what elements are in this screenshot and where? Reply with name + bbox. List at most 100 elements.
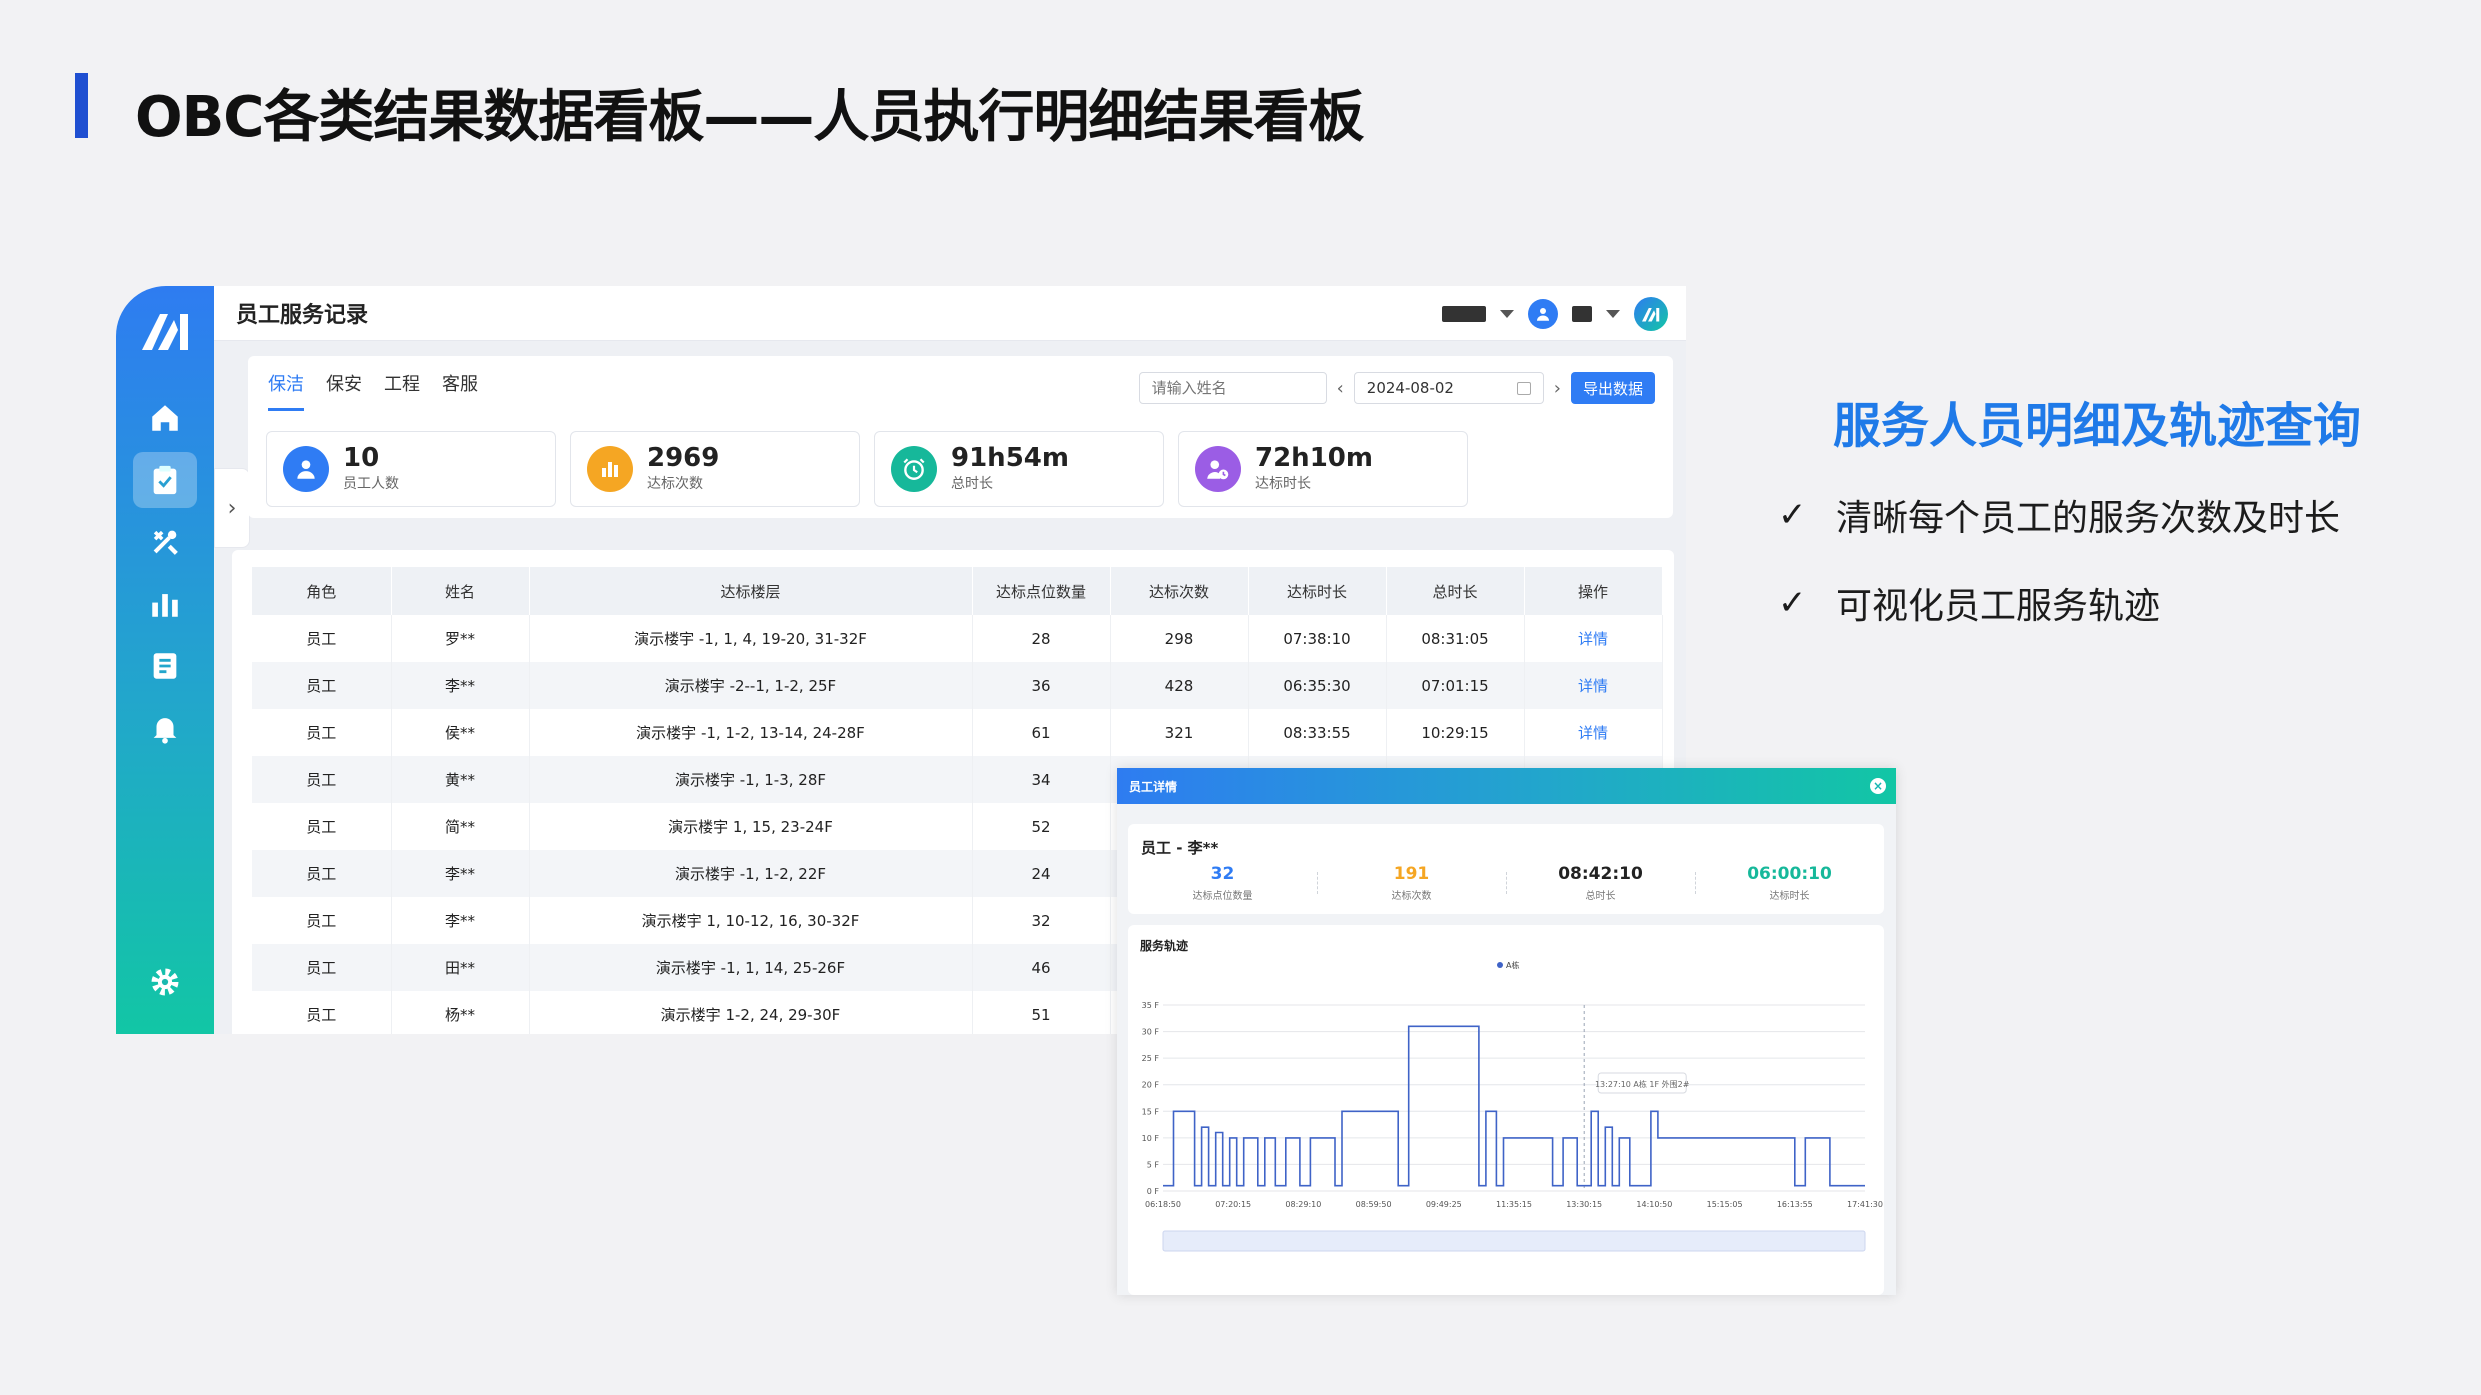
table-cell: 321	[1110, 709, 1249, 756]
table-cell: 田**	[391, 944, 530, 991]
brand-badge-icon[interactable]	[1634, 297, 1668, 331]
table-cell: 24	[972, 850, 1111, 897]
x-tick-label: 09:49:25	[1426, 1200, 1462, 1209]
x-tick-label: 11:35:15	[1496, 1200, 1532, 1209]
column-header: 操作	[1524, 567, 1663, 615]
table-cell: 46	[972, 944, 1111, 991]
close-icon[interactable]: ×	[1870, 778, 1886, 794]
details-link[interactable]: 详情	[1524, 662, 1663, 709]
y-tick-label: 20 F	[1142, 1081, 1160, 1090]
calendar-icon	[1516, 381, 1531, 395]
user-icon	[283, 446, 329, 492]
table-cell: 08:31:05	[1386, 615, 1525, 662]
column-header: 姓名	[391, 567, 530, 615]
bell-icon[interactable]	[133, 700, 197, 756]
tooltip-text: 13:27:10 A栋 1F 外围2#	[1595, 1079, 1690, 1089]
next-date-button[interactable]: ›	[1554, 378, 1561, 399]
home-icon[interactable]	[133, 390, 197, 446]
table-cell: 员工	[252, 803, 392, 850]
table-cell: 演示楼宇 1, 10-12, 16, 30-32F	[529, 897, 973, 944]
document-list-icon[interactable]	[133, 638, 197, 694]
table-cell: 32	[972, 897, 1111, 944]
export-data-button[interactable]: 导出数据	[1570, 372, 1655, 404]
prev-date-button[interactable]: ‹	[1337, 378, 1344, 399]
user-avatar-icon[interactable]	[1528, 299, 1558, 329]
tools-icon[interactable]	[133, 514, 197, 570]
stat-value: 10	[343, 443, 380, 474]
table-cell: 员工	[252, 991, 392, 1034]
stat-value: 72h10m	[1255, 443, 1373, 474]
stat-label: 总时长	[951, 475, 993, 492]
table-cell: 34	[972, 756, 1111, 803]
employee-summary-card: 员工 - 李** 32 达标点位数量 191 达标次数 08:42:10 总时长 06:00…	[1128, 824, 1884, 914]
metric-item: 32 达标点位数量	[1128, 864, 1317, 902]
check-icon: ✓	[1778, 495, 1807, 535]
metric-item: 06:00:10 达标时长	[1695, 864, 1884, 902]
table-cell: 李**	[391, 850, 530, 897]
feature-title: 服务人员明细及轨迹查询	[1833, 398, 2362, 454]
table-cell: 428	[1110, 662, 1249, 709]
table-cell: 杨**	[391, 991, 530, 1034]
org-dropdown-caret-icon[interactable]	[1500, 310, 1514, 318]
sidebar	[116, 286, 214, 1034]
bar-chart-icon[interactable]	[133, 576, 197, 632]
legend-swatch	[1497, 962, 1503, 968]
settings-icon[interactable]	[133, 954, 197, 1010]
metric-label: 总时长	[1585, 891, 1616, 902]
user-dropdown-caret-icon[interactable]	[1606, 310, 1620, 318]
stat-card-count: 2969 达标次数	[570, 431, 860, 507]
dialog-header: 员工详情 ×	[1117, 768, 1896, 804]
name-search-input[interactable]	[1138, 372, 1327, 404]
y-tick-label: 30 F	[1142, 1028, 1160, 1037]
x-tick-label: 07:20:15	[1215, 1200, 1251, 1209]
employee-name: 员工 - 李**	[1141, 839, 1219, 857]
table-cell: 07:01:15	[1386, 662, 1525, 709]
metric-value: 191	[1393, 864, 1430, 884]
column-header: 角色	[252, 567, 392, 615]
tab-engineering[interactable]: 工程	[384, 370, 420, 411]
table-row: 员工 李** 演示楼宇 -2--1, 1-2, 25F 36 428 06:35:30 07…	[252, 662, 1663, 709]
redacted-org-name[interactable]	[1442, 306, 1486, 322]
stat-label: 达标时长	[1255, 475, 1311, 492]
redacted-user-name[interactable]	[1572, 306, 1592, 322]
table-cell: 黄**	[391, 756, 530, 803]
x-tick-label: 13:30:15	[1566, 1200, 1602, 1209]
stat-label: 员工人数	[343, 475, 399, 492]
table-cell: 侯**	[391, 709, 530, 756]
collapse-toggle[interactable]: ›	[214, 468, 250, 548]
details-link[interactable]: 详情	[1524, 615, 1663, 662]
metric-item: 191 达标次数	[1317, 864, 1506, 902]
table-cell: 28	[972, 615, 1111, 662]
trajectory-card: 服务轨迹 A栋 0 F5 F 10 F 15 F 20 F 25 F 30 F 35 F 06:…	[1128, 925, 1884, 1295]
stat-card-headcount: 10 员工人数	[266, 431, 556, 507]
date-value: 2024-08-02	[1366, 379, 1454, 397]
date-picker[interactable]: 2024-08-02	[1353, 372, 1544, 404]
clipboard-check-icon[interactable]	[133, 452, 197, 508]
title-accent-bar	[75, 73, 88, 138]
table-cell: 298	[1110, 615, 1249, 662]
details-link[interactable]: 详情	[1524, 709, 1663, 756]
metric-label: 达标次数	[1391, 891, 1432, 902]
tab-cleaning[interactable]: 保洁	[268, 370, 304, 411]
series-line	[1163, 1025, 1865, 1187]
x-tick-label: 15:15:05	[1707, 1200, 1743, 1209]
column-header: 达标楼层	[529, 567, 973, 615]
table-cell: 员工	[252, 662, 392, 709]
stat-card-total-duration: 91h54m 总时长	[874, 431, 1164, 507]
y-tick-label: 25 F	[1142, 1054, 1160, 1063]
metric-value: 06:00:10	[1747, 864, 1832, 884]
table-cell: 罗**	[391, 615, 530, 662]
tab-security[interactable]: 保安	[326, 370, 362, 411]
table-cell: 李**	[391, 897, 530, 944]
table-cell: 06:35:30	[1248, 662, 1387, 709]
stat-value: 91h54m	[951, 443, 1069, 474]
metric-item: 08:42:10 总时长	[1506, 864, 1695, 902]
tab-customer-service[interactable]: 客服	[442, 370, 478, 411]
brand-logo	[142, 314, 188, 350]
table-cell: 07:38:10	[1248, 615, 1387, 662]
table-cell: 李**	[391, 662, 530, 709]
trajectory-chart[interactable]: A栋 0 F 5 F 10 F 15 F 20 F 25 F 30 F 35 F 06:18:50…	[1128, 925, 1884, 1295]
slide-title: OBC各类结果数据看板——人员执行明细结果看板	[135, 85, 1364, 150]
bullet-item: ✓ 清晰每个员工的服务次数及时长	[1778, 489, 2340, 541]
table-cell: 演示楼宇 -1, 1-3, 28F	[529, 756, 973, 803]
